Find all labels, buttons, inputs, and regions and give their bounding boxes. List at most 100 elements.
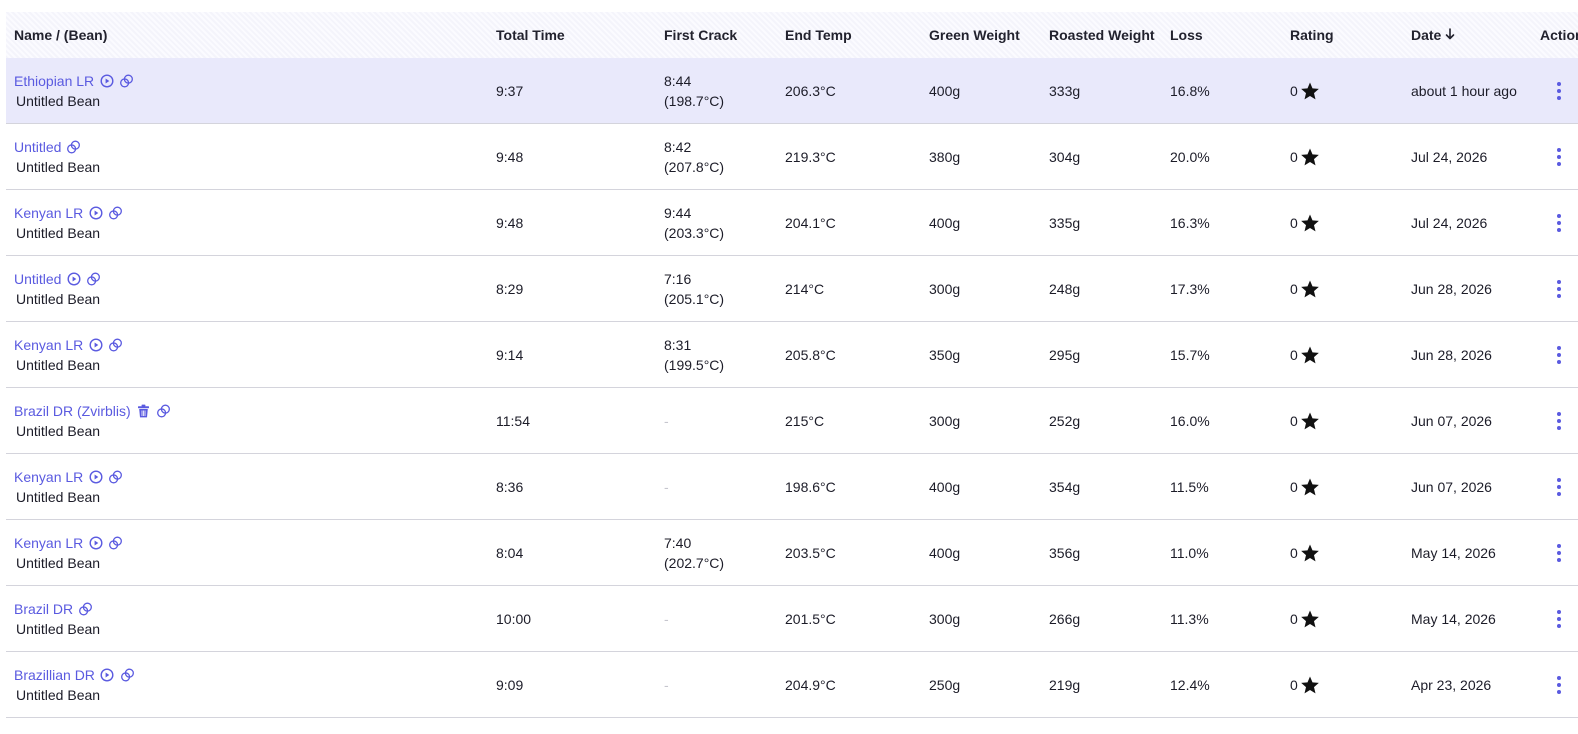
actions-cell [1551, 388, 1567, 453]
first-crack-time: 7:16 [664, 270, 692, 287]
star-icon[interactable] [1300, 675, 1320, 695]
more-vertical-icon[interactable] [1551, 343, 1567, 367]
roast-name-link[interactable]: Brazil DR [14, 601, 73, 617]
green-weight: 300g [929, 412, 961, 429]
play-circle-icon[interactable] [88, 337, 103, 352]
roasted-weight: 304g [1049, 148, 1081, 165]
star-icon[interactable] [1300, 213, 1320, 233]
loss-percent: 15.7% [1170, 346, 1210, 363]
column-header-name[interactable]: Name / (Bean) [14, 12, 107, 58]
table-row[interactable]: Brazillian DR Untitled Bean 9:09 - 204.9°C 25… [6, 652, 1578, 718]
green-weight: 380g [929, 148, 961, 165]
actions-cell [1551, 256, 1567, 321]
more-vertical-icon[interactable] [1551, 475, 1567, 499]
link-icon[interactable] [108, 337, 123, 352]
rating: 0 [1290, 454, 1320, 519]
rating-value: 0 [1290, 280, 1298, 297]
roast-date: Jun 07, 2026 [1411, 412, 1492, 429]
more-vertical-icon[interactable] [1551, 409, 1567, 433]
column-header-date[interactable]: Date [1411, 12, 1455, 58]
roast-date: Apr 23, 2026 [1411, 676, 1492, 693]
star-icon[interactable] [1300, 477, 1320, 497]
column-header-rating[interactable]: Rating [1290, 12, 1334, 58]
roast-name-cell: Untitled Untitled Bean [14, 124, 100, 189]
column-header-green-weight[interactable]: Green Weight [929, 12, 1020, 58]
table-row[interactable]: Brazil DR (Zvirblis) Untitled Bean 11:54 - 2… [6, 388, 1578, 454]
rating-value: 0 [1290, 478, 1298, 495]
star-icon[interactable] [1300, 279, 1320, 299]
roast-name-link[interactable]: Kenyan LR [14, 469, 83, 485]
roast-date: Jun 28, 2026 [1411, 346, 1492, 363]
column-header-total-time[interactable]: Total Time [496, 12, 565, 58]
roasted-weight: 248g [1049, 280, 1081, 297]
table-row[interactable]: Untitled Untitled Bean 8:29 7:16 (205.1°C) 21… [6, 256, 1578, 322]
star-icon[interactable] [1300, 609, 1320, 629]
table-row[interactable]: Kenyan LR Untitled Bean 9:14 8:31 (199.5°C) 2… [6, 322, 1578, 388]
star-icon[interactable] [1300, 543, 1320, 563]
play-circle-icon[interactable] [88, 469, 103, 484]
link-icon[interactable] [108, 469, 123, 484]
star-icon[interactable] [1300, 147, 1320, 167]
column-header-loss[interactable]: Loss [1170, 12, 1203, 58]
roast-name-link[interactable]: Kenyan LR [14, 205, 83, 221]
star-icon[interactable] [1300, 345, 1320, 365]
first-crack: 9:44 (203.3°C) [664, 190, 724, 255]
total-time: 8:29 [496, 280, 524, 297]
roast-name-link[interactable]: Kenyan LR [14, 535, 83, 551]
play-circle-icon[interactable] [88, 535, 103, 550]
roast-name-link[interactable]: Brazillian DR [14, 667, 95, 683]
star-icon[interactable] [1300, 81, 1320, 101]
bean-name: Untitled Bean [16, 488, 101, 505]
play-circle-icon[interactable] [66, 271, 81, 286]
play-circle-icon[interactable] [88, 205, 103, 220]
play-circle-icon[interactable] [100, 667, 115, 682]
roast-title-line: Ethiopian LR [14, 71, 134, 91]
first-crack-temp: (207.8°C) [664, 158, 725, 175]
link-icon[interactable] [66, 139, 81, 154]
column-header-first-crack[interactable]: First Crack [664, 12, 737, 58]
roast-date: Jun 28, 2026 [1411, 280, 1492, 297]
column-header-roasted-weight[interactable]: Roasted Weight [1049, 12, 1155, 58]
table-row[interactable]: Kenyan LR Untitled Bean 8:04 7:40 (202.7°C) 2… [6, 520, 1578, 586]
table-row[interactable]: Brazil DR Untitled Bean 10:00 - 201.5°C 300g 2… [6, 586, 1578, 652]
rating-value: 0 [1290, 676, 1298, 693]
rating-value: 0 [1290, 412, 1298, 429]
link-icon[interactable] [78, 601, 93, 616]
column-header-end-temp[interactable]: End Temp [785, 12, 852, 58]
table-row[interactable]: Untitled Untitled Bean 9:48 8:42 (207.8°C) 21… [6, 124, 1578, 190]
roast-name-link[interactable]: Kenyan LR [14, 337, 83, 353]
more-vertical-icon[interactable] [1551, 607, 1567, 631]
link-icon[interactable] [108, 535, 123, 550]
roast-name-link[interactable]: Untitled [14, 139, 61, 155]
green-weight: 400g [929, 544, 961, 561]
more-vertical-icon[interactable] [1551, 541, 1567, 565]
roast-name-link[interactable]: Untitled [14, 271, 61, 287]
star-icon[interactable] [1300, 411, 1320, 431]
link-icon[interactable] [119, 73, 134, 88]
play-circle-icon[interactable] [99, 73, 114, 88]
roast-name-link[interactable]: Brazil DR (Zvirblis) [14, 403, 131, 419]
table-row[interactable]: Ethiopian LR Untitled Bean 9:37 8:44 (198.7°… [6, 58, 1578, 124]
more-vertical-icon[interactable] [1551, 673, 1567, 697]
trash-icon[interactable] [136, 403, 151, 418]
table-row[interactable]: Kenyan LR Untitled Bean 9:48 9:44 (203.3°C) 2… [6, 190, 1578, 256]
link-icon[interactable] [120, 667, 135, 682]
link-icon[interactable] [156, 403, 171, 418]
rating-value: 0 [1290, 346, 1298, 363]
roast-name-cell: Ethiopian LR Untitled Bean [14, 58, 134, 123]
more-vertical-icon[interactable] [1551, 211, 1567, 235]
first-crack-time: 8:42 [664, 138, 692, 155]
more-vertical-icon[interactable] [1551, 277, 1567, 301]
roast-name-link[interactable]: Ethiopian LR [14, 73, 94, 89]
more-vertical-icon[interactable] [1551, 79, 1567, 103]
table-row[interactable]: Kenyan LR Untitled Bean 8:36 - 198.6°C 400g 35… [6, 454, 1578, 520]
roast-date: Jul 24, 2026 [1411, 148, 1488, 165]
first-crack-empty: - [664, 412, 669, 429]
link-icon[interactable] [108, 205, 123, 220]
end-temp: 219.3°C [785, 148, 836, 165]
end-temp: 204.1°C [785, 214, 836, 231]
bean-name: Untitled Bean [16, 92, 101, 109]
bean-name: Untitled Bean [16, 158, 101, 175]
more-vertical-icon[interactable] [1551, 145, 1567, 169]
link-icon[interactable] [86, 271, 101, 286]
